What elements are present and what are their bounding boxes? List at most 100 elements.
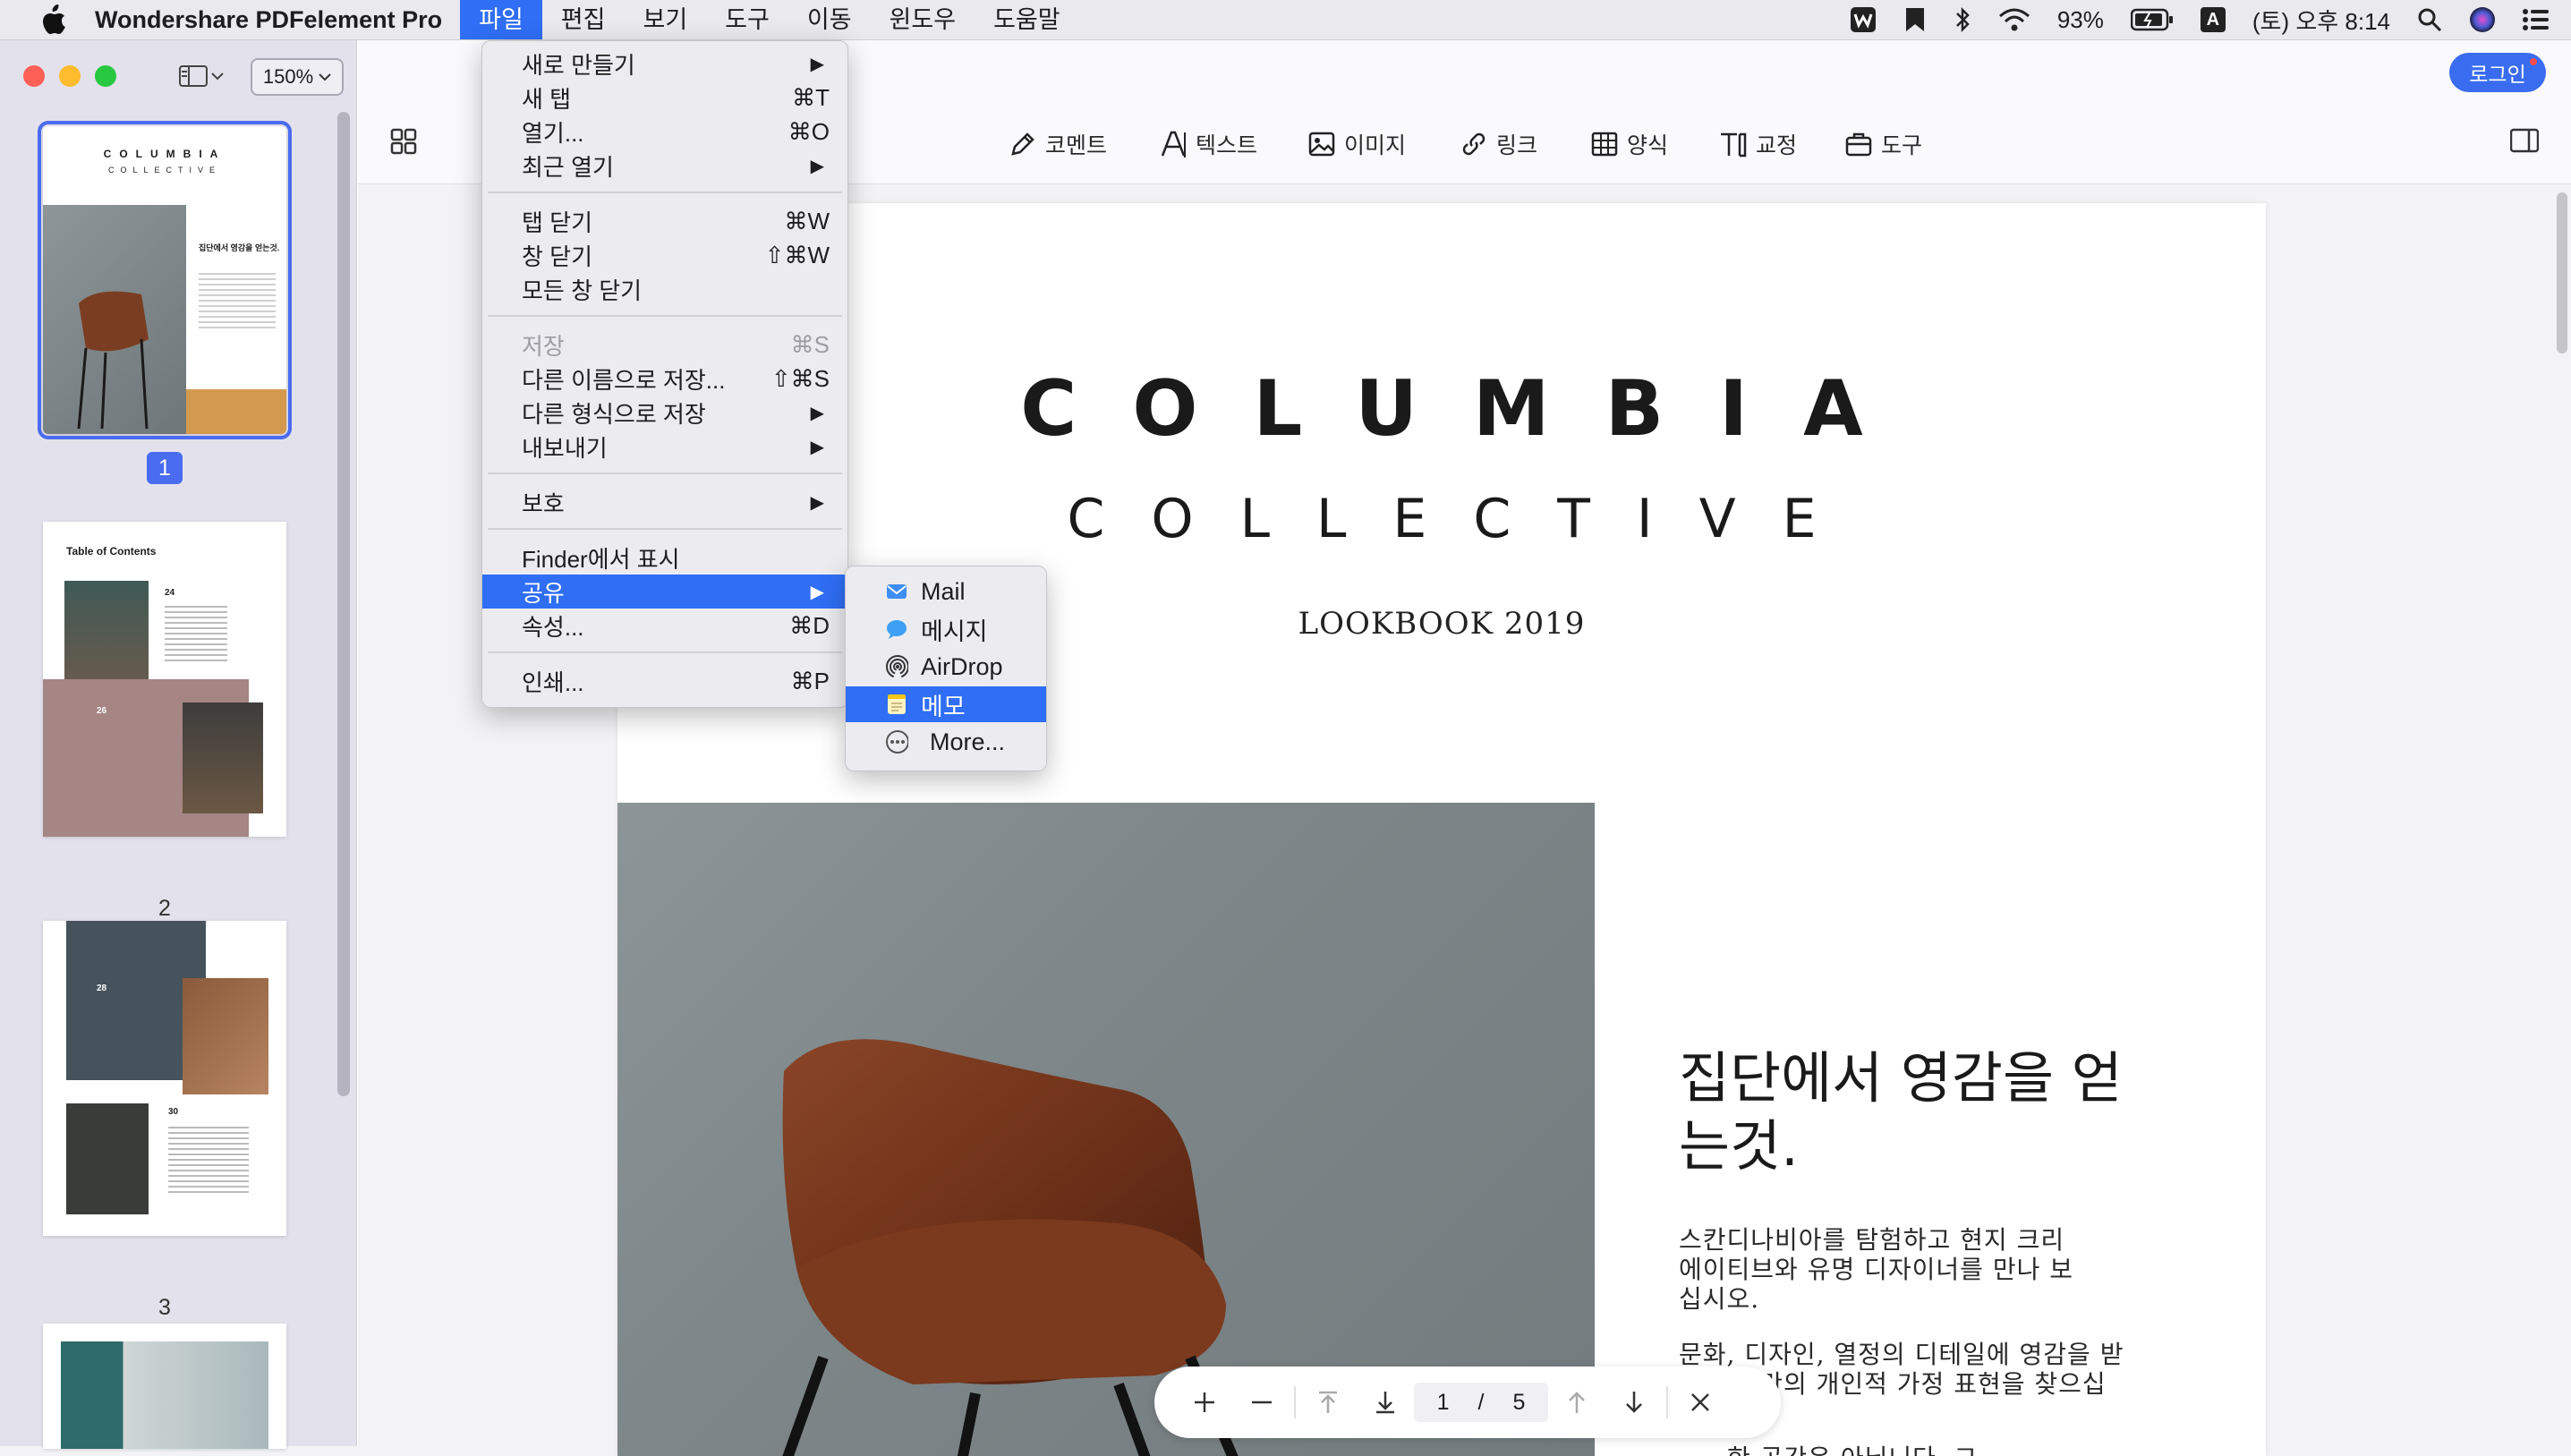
sidebar-scrollbar[interactable]	[337, 112, 350, 1096]
menu-item-export[interactable]: 내보내기 ▶	[482, 430, 847, 464]
menu-item-shortcut: ⌘D	[789, 611, 830, 639]
tool-image[interactable]: 이미지	[1308, 126, 1406, 162]
sidebar-toggle-button[interactable]	[179, 60, 233, 92]
zoom-in-button[interactable]	[1176, 1374, 1233, 1431]
apple-icon[interactable]	[36, 2, 72, 38]
menu-item-label: 다른 이름으로 저장...	[522, 366, 726, 394]
zoom-out-button[interactable]	[1233, 1374, 1290, 1431]
menu-item-label: 열기...	[522, 119, 584, 147]
page-thumbnail-4[interactable]	[43, 1324, 286, 1449]
menu-item-show-in-finder[interactable]: Finder에서 표시	[482, 541, 847, 575]
tool-text[interactable]: 텍스트	[1160, 126, 1257, 162]
zoom-select[interactable]: 150%	[251, 58, 344, 96]
grid-view-icon[interactable]	[390, 128, 417, 159]
menu-item-protect[interactable]: 보호 ▶	[482, 485, 847, 519]
input-source-icon[interactable]: A	[2200, 7, 2226, 32]
menu-item-open-recent[interactable]: 최근 열기 ▶	[482, 149, 847, 183]
page-thumbnail-2[interactable]: Table of Contents 24 26	[43, 522, 286, 837]
document-scrollbar[interactable]	[2557, 192, 2567, 353]
menu-item-share[interactable]: 공유 ▶	[482, 575, 847, 609]
menu-item-properties[interactable]: 속성... ⌘D	[482, 609, 847, 643]
menu-item-save-as[interactable]: 다른 이름으로 저장... ⇧⌘S	[482, 362, 847, 396]
document-page[interactable]: COLUMBIA COLLECTIVE LOOKBOOK 2019 집단에서 영…	[617, 203, 2266, 1456]
menu-edit[interactable]: 편집	[542, 0, 625, 39]
page-number-3[interactable]: 3	[147, 1295, 183, 1321]
close-window-button[interactable]	[23, 65, 45, 87]
menu-item-close-all[interactable]: 모든 창 닫기	[482, 272, 847, 306]
page-thumbnail-3[interactable]: 28 30	[43, 921, 286, 1236]
page-number-2[interactable]: 2	[147, 896, 183, 922]
menu-item-open[interactable]: 열기... ⌘O	[482, 115, 847, 149]
page-number-1[interactable]: 1	[147, 452, 183, 484]
previous-page-button[interactable]	[1548, 1374, 1605, 1431]
menu-separator	[488, 528, 842, 530]
next-page-button[interactable]	[1605, 1374, 1663, 1431]
menu-item-shortcut: ⇧⌘S	[770, 364, 830, 392]
battery-icon[interactable]	[2130, 8, 2174, 31]
share-item-mail[interactable]: Mail	[846, 574, 1046, 609]
tool-form[interactable]: 양식	[1591, 126, 1668, 162]
last-page-button[interactable]	[1357, 1374, 1414, 1431]
share-item-more[interactable]: More...	[846, 724, 1046, 760]
image-icon	[1308, 132, 1335, 157]
tool-link[interactable]: 링크	[1460, 126, 1537, 162]
more-icon	[885, 730, 908, 754]
page-number-field[interactable]: 1 / 5	[1414, 1383, 1548, 1422]
menu-item-save: 저장 ⌘S	[482, 328, 847, 362]
divider	[1666, 1386, 1668, 1418]
mail-icon	[885, 580, 908, 603]
siri-icon[interactable]	[2469, 6, 2496, 33]
tool-tools[interactable]: 도구	[1845, 126, 1922, 162]
doc-subtitle: COLLECTIVE	[1067, 488, 1863, 550]
control-center-icon[interactable]	[2523, 8, 2550, 31]
doc-heading-line: 는것.	[1679, 1113, 1799, 1179]
page-thumbnail-1[interactable]: COLUMBIA COLLECTIVE 집단에서 영감을 얻는것.	[38, 121, 292, 439]
app-name[interactable]: Wondershare PDFelement Pro	[95, 6, 442, 34]
clock[interactable]: (토) 오후 8:14	[2252, 4, 2390, 37]
notification-dot	[2530, 58, 2537, 65]
tool-label: 코멘트	[1045, 133, 1108, 158]
share-item-notes[interactable]: 메모	[846, 686, 1046, 722]
pdfelement-tray-icon[interactable]	[1850, 6, 1877, 33]
menu-window[interactable]: 윈도우	[871, 0, 975, 39]
current-page[interactable]: 1	[1437, 1390, 1450, 1416]
menu-item-label: 탭 닫기	[522, 209, 592, 236]
page-separator: /	[1477, 1389, 1485, 1415]
form-table-icon	[1591, 132, 1618, 157]
menu-go[interactable]: 이동	[788, 0, 871, 39]
fullscreen-window-button[interactable]	[95, 65, 116, 87]
menu-view[interactable]: 보기	[624, 0, 706, 39]
menu-help[interactable]: 도움말	[975, 0, 1079, 39]
share-item-airdrop[interactable]: AirDrop	[846, 649, 1046, 685]
wifi-icon[interactable]	[1998, 7, 2030, 32]
close-icon	[1691, 1393, 1709, 1411]
close-nav-button[interactable]	[1672, 1374, 1729, 1431]
right-panel-icon[interactable]	[2509, 128, 2540, 158]
divider	[1294, 1386, 1296, 1418]
menu-item-new-tab[interactable]: 새 탭 ⌘T	[482, 81, 847, 115]
tool-proofread[interactable]: 교정	[1718, 126, 1797, 162]
menu-file[interactable]: 파일	[460, 0, 542, 39]
menu-item-print[interactable]: 인쇄... ⌘P	[482, 664, 847, 698]
bookmark-tray-icon[interactable]	[1903, 6, 1927, 33]
doc-text-line: 스칸디나비아를 탐험하고 현지 크리	[1679, 1225, 2065, 1255]
tool-label: 링크	[1496, 133, 1538, 158]
menu-item-close-tab[interactable]: 탭 닫기 ⌘W	[482, 204, 847, 238]
thumb-photo	[64, 581, 149, 690]
menu-item-save-as-other[interactable]: 다른 형식으로 저장 ▶	[482, 396, 847, 430]
search-icon[interactable]	[2417, 7, 2442, 32]
menu-tools[interactable]: 도구	[706, 0, 788, 39]
bluetooth-icon[interactable]	[1954, 6, 1971, 33]
menu-item-shortcut: ⌘P	[790, 667, 830, 694]
menu-item-close-window[interactable]: 창 닫기 ⇧⌘W	[482, 238, 847, 272]
menu-item-new[interactable]: 새로 만들기 ▶	[482, 47, 847, 81]
minimize-window-button[interactable]	[59, 65, 81, 87]
first-page-button[interactable]	[1299, 1374, 1357, 1431]
submenu-arrow-icon: ▶	[810, 582, 824, 602]
share-item-label: 메모	[921, 693, 966, 720]
tool-comment[interactable]: 코멘트	[1009, 126, 1107, 162]
menu-item-label: 모든 창 닫기	[522, 277, 643, 304]
login-button[interactable]: 로그인	[2449, 53, 2546, 92]
share-item-messages[interactable]: 메시지	[846, 611, 1046, 647]
thumb-text-lines	[165, 602, 227, 665]
